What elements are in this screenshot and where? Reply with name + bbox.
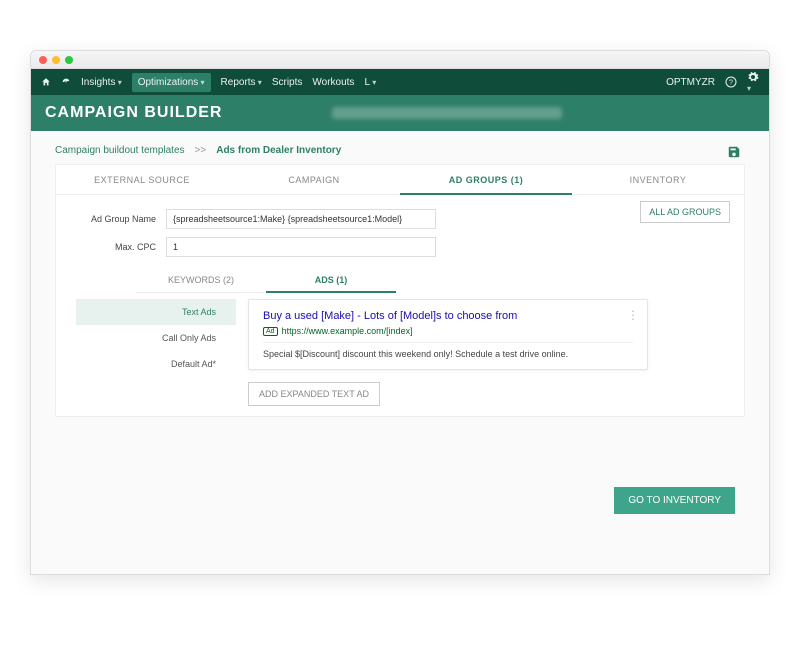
- subtab-keywords[interactable]: KEYWORDS (2): [136, 267, 266, 293]
- brand-label: OPTMYZR: [666, 77, 715, 88]
- close-window-icon[interactable]: [39, 56, 47, 64]
- tab-ad-groups[interactable]: AD GROUPS (1): [400, 165, 572, 195]
- go-to-inventory-button[interactable]: GO TO INVENTORY: [614, 487, 735, 514]
- top-nav: Insights Optimizations Reports Scripts W…: [31, 69, 769, 95]
- home-icon[interactable]: [41, 77, 51, 87]
- add-expanded-text-ad-button[interactable]: ADD EXPANDED TEXT AD: [248, 382, 380, 406]
- nav-account-menu[interactable]: L: [364, 77, 376, 88]
- content-area: Campaign buildout templates >> Ads from …: [31, 131, 769, 574]
- ads-area: Text Ads Call Only Ads Default Ad* ⋮ Buy…: [76, 299, 724, 406]
- all-ad-groups-button[interactable]: ALL AD GROUPS: [640, 201, 730, 223]
- max-cpc-label: Max. CPC: [76, 242, 166, 252]
- ad-type-default[interactable]: Default Ad*: [76, 351, 236, 377]
- ad-card-column: ⋮ Buy a used [Make] - Lots of [Model]s t…: [248, 299, 724, 406]
- minimize-window-icon[interactable]: [52, 56, 60, 64]
- ad-type-text-ads[interactable]: Text Ads: [76, 299, 236, 325]
- ad-badge: Ad: [263, 327, 278, 336]
- main-tabs: EXTERNAL SOURCE CAMPAIGN AD GROUPS (1) I…: [56, 165, 744, 195]
- svg-text:?: ?: [729, 80, 733, 87]
- ad-description: Special $[Discount] discount this weeken…: [263, 349, 633, 359]
- breadcrumb-root[interactable]: Campaign buildout templates: [55, 145, 185, 156]
- breadcrumb-current: Ads from Dealer Inventory: [216, 145, 341, 156]
- gear-icon[interactable]: [747, 71, 759, 94]
- ad-url: https://www.example.com/[index]: [282, 326, 413, 336]
- tab-external-source[interactable]: EXTERNAL SOURCE: [56, 165, 228, 195]
- ad-headline: Buy a used [Make] - Lots of [Model]s to …: [263, 310, 633, 322]
- page-title: CAMPAIGN BUILDER: [45, 104, 222, 122]
- nav-workouts[interactable]: Workouts: [312, 77, 354, 88]
- builder-card: EXTERNAL SOURCE CAMPAIGN AD GROUPS (1) I…: [55, 164, 745, 417]
- traffic-lights: [39, 56, 73, 64]
- ad-type-menu: Text Ads Call Only Ads Default Ad*: [76, 299, 236, 406]
- header-subtitle-redacted: [332, 107, 562, 119]
- ad-preview[interactable]: ⋮ Buy a used [Make] - Lots of [Model]s t…: [248, 299, 648, 370]
- nav-optimizations[interactable]: Optimizations: [132, 73, 211, 92]
- ad-type-call-only[interactable]: Call Only Ads: [76, 325, 236, 351]
- tab-inventory[interactable]: INVENTORY: [572, 165, 744, 195]
- ad-group-name-label: Ad Group Name: [76, 214, 166, 224]
- tab-campaign[interactable]: CAMPAIGN: [228, 165, 400, 195]
- dashboard-icon[interactable]: [61, 77, 71, 87]
- app-window: Insights Optimizations Reports Scripts W…: [30, 50, 770, 575]
- breadcrumb: Campaign buildout templates >> Ads from …: [55, 145, 745, 156]
- nav-scripts[interactable]: Scripts: [272, 77, 303, 88]
- breadcrumb-separator: >>: [195, 145, 207, 156]
- ad-groups-panel: ALL AD GROUPS Ad Group Name Max. CPC KEY…: [56, 195, 744, 416]
- save-icon[interactable]: [727, 145, 741, 159]
- nav-insights[interactable]: Insights: [81, 77, 122, 88]
- ad-group-name-input[interactable]: [166, 209, 436, 229]
- nav-reports[interactable]: Reports: [221, 77, 262, 88]
- sub-tabs: KEYWORDS (2) ADS (1): [136, 267, 724, 293]
- ad-group-name-row: Ad Group Name: [76, 209, 724, 229]
- maximize-window-icon[interactable]: [65, 56, 73, 64]
- window-titlebar: [31, 51, 769, 69]
- subtab-ads[interactable]: ADS (1): [266, 267, 396, 293]
- max-cpc-row: Max. CPC: [76, 237, 724, 257]
- help-icon[interactable]: ?: [725, 76, 737, 88]
- more-icon[interactable]: ⋮: [627, 308, 639, 322]
- max-cpc-input[interactable]: [166, 237, 436, 257]
- page-header: CAMPAIGN BUILDER: [31, 95, 769, 131]
